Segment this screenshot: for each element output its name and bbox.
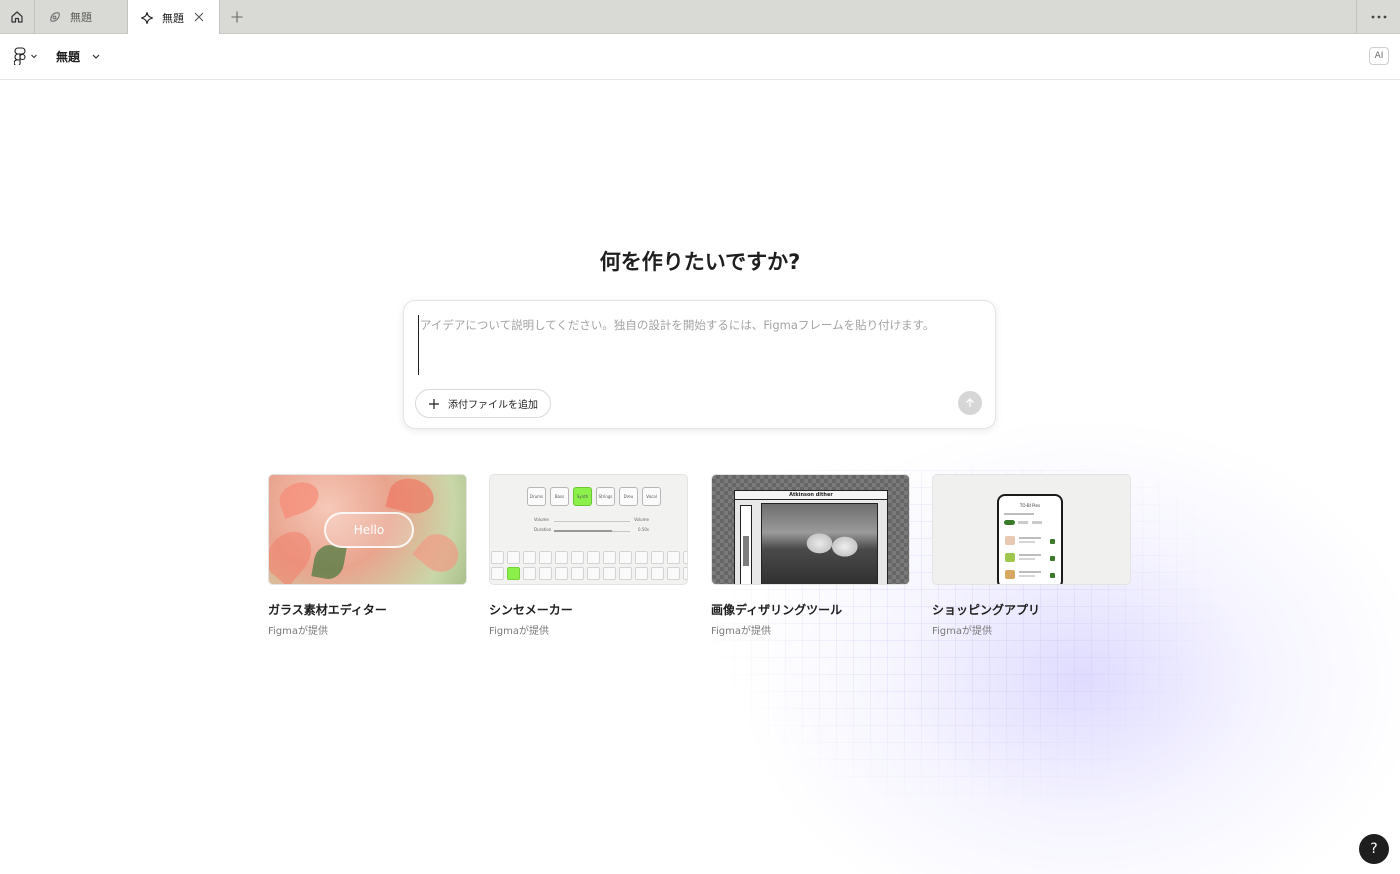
prompt-box: 添付ファイルを追加 xyxy=(403,300,996,429)
template-title: シンセメーカー xyxy=(489,603,573,617)
arrow-up-icon xyxy=(964,397,976,409)
more-options-button[interactable] xyxy=(1356,0,1400,34)
template-subtitle: Figmaが提供 xyxy=(489,626,550,637)
phone-mockup: TO-BI Pies xyxy=(997,494,1063,584)
ellipsis-icon xyxy=(1371,15,1387,19)
tab-make-file[interactable]: 無題 xyxy=(128,0,220,35)
tab-label: 無題 xyxy=(162,11,184,25)
template-title: 画像ディザリングツール xyxy=(711,603,843,617)
add-attachment-button[interactable]: 添付ファイルを追加 xyxy=(415,389,551,418)
dither-preview-title: Atkinson dither xyxy=(735,491,887,500)
synth-preview-button: Strings xyxy=(596,487,615,506)
chevron-down-icon[interactable] xyxy=(91,51,101,61)
template-subtitle: Figmaが提供 xyxy=(711,626,772,637)
slider-value: Volume xyxy=(634,517,649,522)
template-card-glass-editor[interactable]: Hello ガラス素材エディター Figmaが提供 xyxy=(268,474,467,637)
help-button[interactable]: ? xyxy=(1359,834,1389,864)
template-card-shopping-app[interactable]: TO-BI Pies ショッピングアプリ Figmaが提供 xyxy=(932,474,1131,637)
shop-preview-header: TO-BI Pies xyxy=(1019,503,1041,508)
synth-preview-button: Drums xyxy=(527,487,546,506)
add-attachment-label: 添付ファイルを追加 xyxy=(448,400,538,411)
template-subtitle: Figmaが提供 xyxy=(932,626,993,637)
template-card-synth-maker[interactable]: Drums Bass Synth Strings Dreu Vocal Volu… xyxy=(489,474,688,637)
slider-label: Volume xyxy=(534,517,549,522)
template-preview-image: Drums Bass Synth Strings Dreu Vocal Volu… xyxy=(489,474,688,585)
figjam-icon xyxy=(48,10,62,24)
synth-preview-button: Vocal xyxy=(642,487,661,506)
template-preview-image: TO-BI Pies xyxy=(932,474,1131,585)
synth-preview-button: Bass xyxy=(550,487,569,506)
prompt-input[interactable] xyxy=(418,315,978,375)
template-title: ガラス素材エディター xyxy=(268,603,387,617)
synth-preview-button: Dreu xyxy=(619,487,638,506)
tab-figjam-file[interactable]: 無題 xyxy=(35,0,128,34)
template-subtitle: Figmaが提供 xyxy=(268,626,329,637)
template-preview-image: Atkinson dither xyxy=(711,474,910,585)
make-icon xyxy=(140,11,154,25)
template-preview-image: Hello xyxy=(268,474,467,585)
slider-value: 0.50s xyxy=(638,527,649,532)
home-tab[interactable] xyxy=(0,0,35,34)
ai-badge[interactable]: AI xyxy=(1369,47,1389,65)
send-button[interactable] xyxy=(958,391,982,415)
tab-label: 無題 xyxy=(70,11,92,24)
home-icon xyxy=(10,10,24,24)
glass-preview-label: Hello xyxy=(324,512,414,548)
figma-logo-icon xyxy=(14,47,26,65)
slider-label: Duration xyxy=(534,527,552,532)
sheep-image xyxy=(761,503,878,584)
synth-preview-grid xyxy=(490,551,687,580)
plus-icon xyxy=(428,398,440,410)
main-menu-button[interactable] xyxy=(14,47,38,65)
close-icon[interactable] xyxy=(192,10,206,24)
tab-bar: 無題 無題 xyxy=(0,0,1400,35)
synth-preview-button: Synth xyxy=(573,487,592,506)
plus-icon xyxy=(229,9,245,25)
file-title[interactable]: 無題 xyxy=(56,48,80,65)
synth-preview-slider: Duration 0.50s xyxy=(534,527,649,535)
synth-preview-slider: Volume Volume xyxy=(534,517,649,525)
template-title: ショッピングアプリ xyxy=(932,603,1041,617)
new-tab-button[interactable] xyxy=(229,9,245,25)
page-heading: 何を作りたいですか? xyxy=(599,250,801,274)
chevron-down-icon xyxy=(30,52,38,60)
file-toolbar: 無題 AI xyxy=(0,34,1400,80)
template-card-image-dither[interactable]: Atkinson dither 画像ディザリングツール Figmaが提供 xyxy=(711,474,910,637)
